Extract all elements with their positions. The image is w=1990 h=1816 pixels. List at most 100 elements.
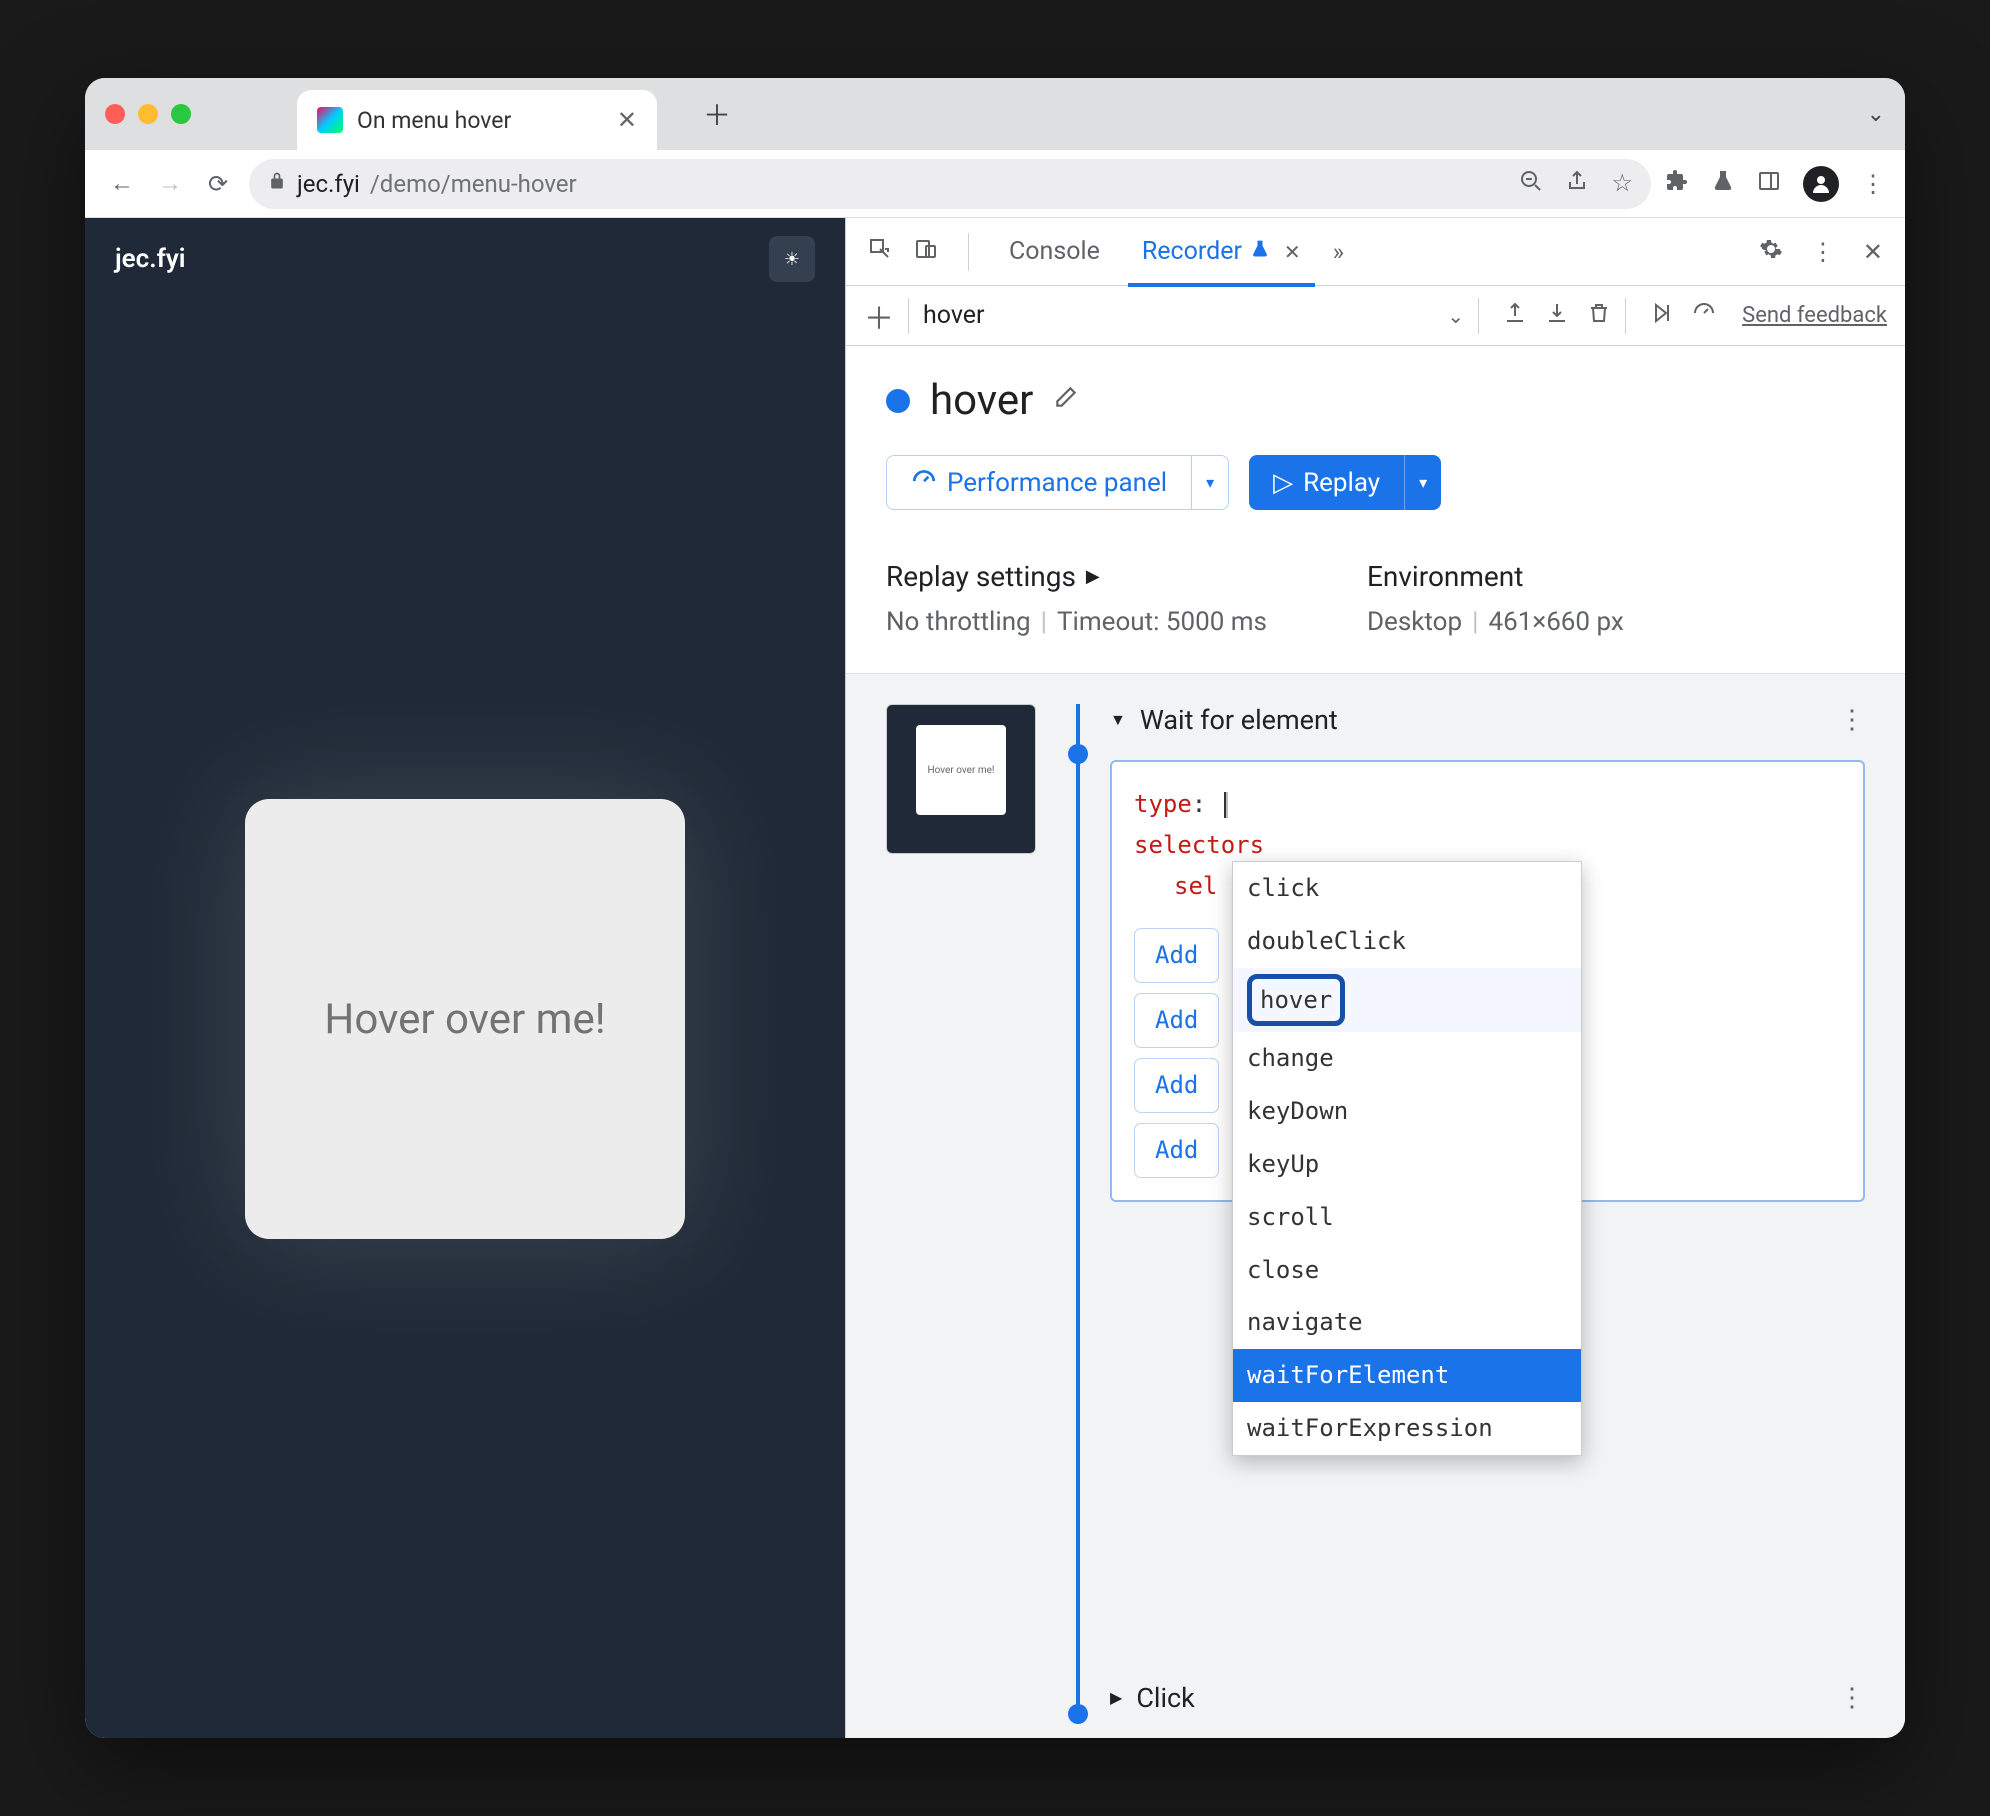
replay-dropdown-icon[interactable]: ▾ (1404, 455, 1441, 510)
export-icon[interactable] (1503, 301, 1527, 331)
autocomplete-item[interactable]: doubleClick (1233, 915, 1581, 968)
slow-replay-icon[interactable] (1692, 301, 1716, 331)
replay-button[interactable]: ▷Replay ▾ (1249, 455, 1441, 510)
devtools-menu-icon[interactable]: ⋮ (1807, 234, 1839, 270)
inspect-icon[interactable] (864, 233, 896, 271)
back-button[interactable]: ← (105, 167, 139, 201)
autocomplete-item[interactable]: navigate (1233, 1296, 1581, 1349)
step-header[interactable]: ▼ Wait for element ⋮ (1110, 704, 1865, 736)
autocomplete-item[interactable]: change (1233, 1032, 1581, 1085)
hover-card[interactable]: Hover over me! (245, 799, 685, 1239)
close-window-icon[interactable] (105, 104, 125, 124)
device-toggle-icon[interactable] (910, 233, 942, 271)
add-button[interactable]: Add (1134, 1123, 1219, 1178)
browser-window: On menu hover ✕ ＋ ⌄ ← → ⟳ jec.fyi/demo/m… (85, 78, 1905, 1738)
throttling-value: No throttling (886, 607, 1031, 637)
import-icon[interactable] (1545, 301, 1569, 331)
tab-console[interactable]: Console (995, 218, 1114, 286)
tabs-dropdown-icon[interactable]: ⌄ (1867, 102, 1885, 127)
content-area: jec.fyi ☀ Hover over me! Console Recorde… (85, 218, 1905, 1738)
feedback-link[interactable]: Send feedback (1742, 303, 1887, 328)
delete-icon[interactable] (1587, 301, 1611, 331)
share-icon[interactable] (1565, 169, 1589, 199)
theme-toggle-button[interactable]: ☀ (769, 236, 815, 282)
step-title: Click (1136, 1682, 1195, 1714)
forward-button[interactable]: → (153, 167, 187, 201)
bookmark-icon[interactable]: ☆ (1611, 169, 1633, 199)
experiments-icon[interactable] (1711, 169, 1735, 199)
recording-name: hover (923, 301, 985, 330)
timeline: Hover over me! ▼ Wait for element ⋮ (846, 673, 1905, 1738)
step-icon[interactable] (1650, 301, 1674, 331)
browser-menu-icon[interactable]: ⋮ (1861, 170, 1885, 198)
separator (1625, 298, 1626, 334)
new-tab-button[interactable]: ＋ (703, 94, 731, 134)
settings-icon[interactable] (1755, 233, 1787, 271)
add-button[interactable]: Add (1134, 1058, 1219, 1113)
gauge-icon (911, 466, 937, 499)
site-title: jec.fyi (115, 244, 185, 274)
url-domain: jec.fyi (297, 170, 360, 198)
recording-title: hover (930, 376, 1033, 425)
recorder-body: hover Performance panel ▾ ▷Replay ▾ (846, 346, 1905, 1738)
step-menu-icon[interactable]: ⋮ (1839, 1683, 1865, 1713)
autocomplete-item[interactable]: click (1233, 862, 1581, 915)
extension-icons: ⋮ (1665, 166, 1885, 202)
tab-recorder[interactable]: Recorder ✕ (1128, 218, 1315, 286)
autocomplete-item-highlighted[interactable]: hover (1233, 968, 1581, 1033)
profile-avatar[interactable] (1803, 166, 1839, 202)
add-button[interactable]: Add (1134, 993, 1219, 1048)
recorder-toolbar: ＋ hover ⌄ Send feedback (846, 286, 1905, 346)
separator (968, 233, 969, 271)
titlebar: On menu hover ✕ ＋ ⌄ (85, 78, 1905, 150)
flask-icon (1250, 239, 1270, 264)
side-panel-icon[interactable] (1757, 169, 1781, 199)
window-controls (105, 104, 191, 124)
step-thumbnail: Hover over me! (886, 704, 1036, 854)
browser-tab[interactable]: On menu hover ✕ (297, 90, 657, 150)
page-header: jec.fyi ☀ (85, 218, 845, 300)
settings-row: Replay settings▶ No throttling | Timeout… (886, 560, 1865, 637)
env-device: Desktop (1367, 607, 1462, 637)
toolbar: ← → ⟳ jec.fyi/demo/menu-hover ☆ ⋮ (85, 150, 1905, 218)
step-header-collapsed[interactable]: ▶ Click ⋮ (1110, 1682, 1865, 1714)
reload-button[interactable]: ⟳ (201, 167, 235, 201)
maximize-window-icon[interactable] (171, 104, 191, 124)
autocomplete-item[interactable]: waitForExpression (1233, 1402, 1581, 1455)
timeline-dot-icon (1068, 1704, 1088, 1724)
autocomplete-item[interactable]: scroll (1233, 1191, 1581, 1244)
caret-down-icon: ▼ (1110, 710, 1126, 730)
zoom-out-icon[interactable] (1519, 169, 1543, 199)
replay-settings[interactable]: Replay settings▶ No throttling | Timeout… (886, 560, 1267, 637)
environment-settings: Environment Desktop | 461×660 px (1367, 560, 1624, 637)
url-actions: ☆ (1519, 169, 1633, 199)
url-path: /demo/menu-hover (370, 170, 577, 198)
autocomplete-item-selected[interactable]: waitForElement (1233, 1349, 1581, 1402)
recording-dropdown-icon[interactable]: ⌄ (1447, 304, 1464, 328)
tab-close-icon[interactable]: ✕ (1284, 240, 1301, 264)
add-button[interactable]: Add (1134, 928, 1219, 983)
performance-dropdown-icon[interactable]: ▾ (1191, 456, 1228, 509)
devtools-tab-bar: Console Recorder ✕ » ⋮ ✕ (846, 218, 1905, 286)
address-bar[interactable]: jec.fyi/demo/menu-hover ☆ (249, 159, 1651, 209)
performance-panel-button[interactable]: Performance panel ▾ (886, 455, 1229, 510)
minimize-window-icon[interactable] (138, 104, 158, 124)
new-recording-button[interactable]: ＋ (864, 294, 894, 338)
more-tabs-icon[interactable]: » (1329, 234, 1348, 270)
step-menu-icon[interactable]: ⋮ (1839, 705, 1865, 735)
edit-title-icon[interactable] (1053, 384, 1079, 417)
separator (1478, 298, 1479, 334)
devtools-panel: Console Recorder ✕ » ⋮ ✕ ＋ hover ⌄ (845, 218, 1905, 1738)
autocomplete-item[interactable]: keyUp (1233, 1138, 1581, 1191)
devtools-close-icon[interactable]: ✕ (1859, 234, 1887, 270)
timeline-dot-icon (1068, 744, 1088, 764)
chevron-right-icon: ▶ (1086, 566, 1100, 587)
recording-title-row: hover (886, 376, 1865, 425)
extensions-icon[interactable] (1665, 169, 1689, 199)
tab-close-icon[interactable]: ✕ (617, 106, 637, 134)
autocomplete-item[interactable]: close (1233, 1244, 1581, 1297)
favicon-icon (317, 107, 343, 133)
env-size: 461×660 px (1488, 607, 1623, 637)
step-editor[interactable]: type: selectors sel Add Add Add Add (1110, 760, 1865, 1202)
autocomplete-item[interactable]: keyDown (1233, 1085, 1581, 1138)
